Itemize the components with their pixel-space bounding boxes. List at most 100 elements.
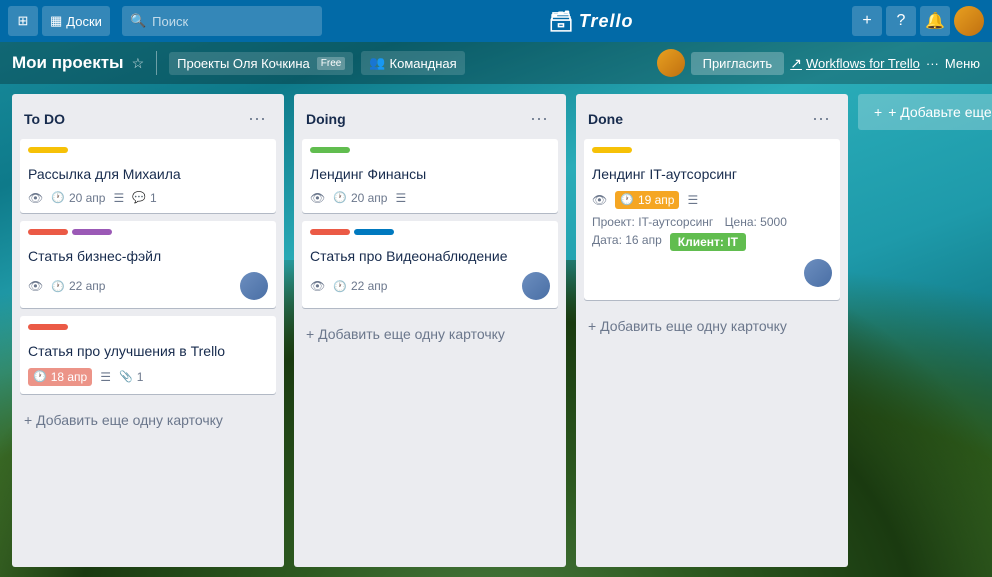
card-3-list: ☰	[100, 370, 111, 384]
star-button[interactable]: ☆	[132, 55, 145, 72]
card-2-date: 🕐 22 апр	[51, 279, 105, 293]
card-label-red	[28, 229, 68, 235]
card-5-eye: 👁	[310, 279, 325, 293]
invite-button[interactable]: Пригласить	[691, 52, 785, 75]
team-icon: 👥	[369, 55, 385, 71]
card-6-top-footer: 👁 🕐 19 апр ☰	[592, 191, 832, 209]
comment-icon: 💬	[132, 191, 146, 204]
menu-button[interactable]: Меню	[945, 56, 980, 71]
card-3-title: Статья про улучшения в Trello	[28, 342, 268, 362]
add-button[interactable]: +	[852, 6, 882, 36]
card-label-purple	[72, 229, 112, 235]
add-list-button[interactable]: + + Добавьте еще одну	[858, 94, 992, 130]
clock-icon: 🕐	[33, 370, 47, 383]
free-badge: Free	[317, 57, 346, 70]
user-avatar[interactable]	[954, 6, 984, 36]
column-title-done: Done	[588, 111, 623, 127]
board-content: To DO ··· Рассылка для Михаила 👁 🕐 20 ап…	[0, 84, 992, 577]
card-2[interactable]: Статья бизнес-фэйл 👁 🕐 22 апр	[20, 221, 276, 309]
column-header-todo: To DO ···	[20, 102, 276, 139]
list-icon: ☰	[100, 370, 111, 384]
list-icon: ☰	[395, 191, 406, 205]
card-label-red	[28, 324, 68, 330]
card-6-project: Проект: IT-аутсорсинг Цена: 5000	[592, 215, 832, 229]
attach-icon: 📎	[119, 370, 133, 383]
card-6-date-full: Дата: 16 апр	[592, 233, 662, 247]
card-label-green	[310, 147, 350, 153]
board-title: Мои проекты	[12, 53, 124, 73]
card-6[interactable]: Лендинг IT-аутсорсинг 👁 🕐 19 апр ☰ Проек…	[584, 139, 840, 300]
sub-navbar: Мои проекты ☆ Проекты Оля Кочкина Free 👥…	[0, 42, 992, 84]
nav-right-area: + ? 🔔	[852, 6, 984, 36]
card-2-title: Статья бизнес-фэйл	[28, 247, 268, 267]
card-4-title: Лендинг Финансы	[310, 165, 550, 185]
column-done: Done ··· Лендинг IT-аутсорсинг 👁 🕐 19 ап…	[576, 94, 848, 567]
card-3-attach: 📎 1	[119, 370, 143, 384]
column-header-done: Done ···	[584, 102, 840, 139]
card-label-yellow	[592, 147, 632, 153]
card-6-list: ☰	[687, 193, 698, 207]
clock-icon: 🕐	[333, 280, 347, 293]
card-1-date: 🕐 20 апр	[51, 191, 105, 205]
team-avatar[interactable]	[657, 49, 685, 77]
workflows-icon: ↗	[790, 55, 802, 72]
card-5-avatar	[522, 272, 550, 300]
add-card-todo[interactable]: + Добавить еще одну карточку	[20, 406, 276, 434]
card-1-list: ☰	[113, 191, 124, 205]
column-menu-done[interactable]: ···	[806, 106, 836, 131]
add-card-done[interactable]: + Добавить еще одну карточку	[584, 312, 840, 340]
card-6-bottom-footer: Дата: 16 апр Клиент: IT	[592, 233, 832, 251]
add-card-doing[interactable]: + Добавить еще одну карточку	[302, 320, 558, 348]
clock-icon: 🕐	[620, 193, 634, 206]
column-title-doing: Doing	[306, 111, 346, 127]
clock-icon: 🕐	[51, 191, 65, 204]
card-3[interactable]: Статья про улучшения в Trello 🕐 18 апр ☰…	[20, 316, 276, 394]
card-6-avatar	[804, 259, 832, 287]
card-4-list: ☰	[395, 191, 406, 205]
list-icon: ☰	[687, 193, 698, 207]
search-bar[interactable]: 🔍	[122, 6, 322, 36]
column-menu-doing[interactable]: ···	[524, 106, 554, 131]
card-label-red	[310, 229, 350, 235]
column-header-doing: Doing ···	[302, 102, 558, 139]
search-icon: 🔍	[130, 13, 146, 29]
card-5[interactable]: Статья про Видеонаблюдение 👁 🕐 22 апр	[302, 221, 558, 309]
top-navbar: ⊞ ▦ Доски 🔍 🗃 Trello + ? 🔔	[0, 0, 992, 42]
card-1-eye: 👁	[28, 191, 43, 205]
card-3-date-overdue: 🕐 18 апр	[28, 368, 92, 386]
eye-icon: 👁	[592, 193, 607, 207]
notifications-button[interactable]: 🔔	[920, 6, 950, 36]
client-badge: Клиент: IT	[670, 233, 746, 251]
column-doing: Doing ··· Лендинг Финансы 👁 🕐 20 апр ☰	[294, 94, 566, 567]
card-4-eye: 👁	[310, 191, 325, 205]
home-button[interactable]: ⊞	[8, 6, 38, 36]
card-4-date: 🕐 20 апр	[333, 191, 387, 205]
column-todo: To DO ··· Рассылка для Михаила 👁 🕐 20 ап…	[12, 94, 284, 567]
more-button[interactable]: ···	[926, 56, 939, 71]
trello-logo: 🗃 Trello	[334, 9, 848, 34]
card-1-title: Рассылка для Михаила	[28, 165, 268, 185]
card-4[interactable]: Лендинг Финансы 👁 🕐 20 апр ☰	[302, 139, 558, 213]
column-menu-todo[interactable]: ···	[242, 106, 272, 131]
info-button[interactable]: ?	[886, 6, 916, 36]
boards-button[interactable]: ▦ Доски	[42, 6, 110, 36]
card-3-footer: 🕐 18 апр ☰ 📎 1	[28, 368, 268, 386]
workflows-link[interactable]: ↗ Workflows for Trello	[790, 55, 920, 72]
card-label-yellow	[28, 147, 68, 153]
eye-icon: 👁	[310, 279, 325, 293]
card-2-footer: 👁 🕐 22 апр	[28, 272, 268, 300]
list-icon: ☰	[113, 191, 124, 205]
divider	[156, 51, 157, 75]
plus-icon: +	[874, 104, 882, 120]
clock-icon: 🕐	[333, 191, 347, 204]
card-6-eye: 👁	[592, 193, 607, 207]
team-link[interactable]: 👥 Командная	[361, 51, 464, 75]
card-6-date-warning: 🕐 19 апр	[615, 191, 679, 209]
card-4-footer: 👁 🕐 20 апр ☰	[310, 191, 550, 205]
projects-link[interactable]: Проекты Оля Кочкина Free	[169, 52, 353, 75]
search-input[interactable]	[152, 14, 314, 29]
card-label-blue	[354, 229, 394, 235]
eye-icon: 👁	[310, 191, 325, 205]
card-1[interactable]: Рассылка для Михаила 👁 🕐 20 апр ☰ 💬 1	[20, 139, 276, 213]
eye-icon: 👁	[28, 279, 43, 293]
